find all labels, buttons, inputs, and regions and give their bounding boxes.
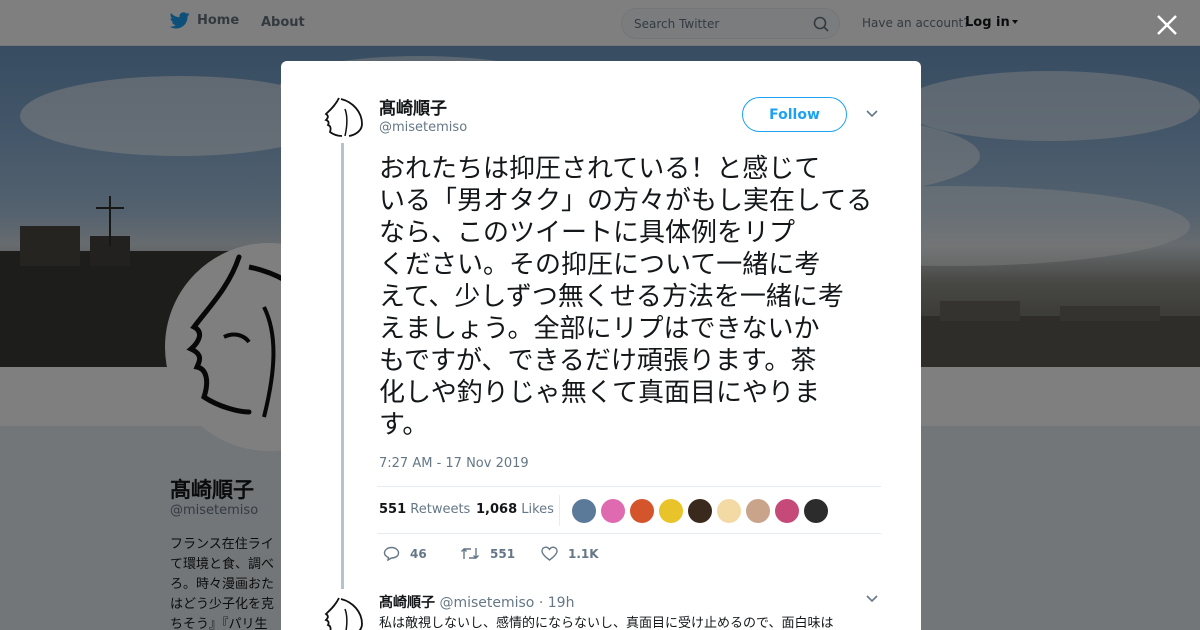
tweet-author-name[interactable]: 髙崎順子	[379, 94, 447, 119]
like-stat-label: Likes	[521, 502, 554, 517]
retweet-count: 551	[379, 502, 407, 517]
like-count: 1,068	[476, 502, 518, 517]
reply-count: 46	[410, 546, 427, 561]
thread-connector-line	[341, 143, 344, 589]
liker-avatar[interactable]	[804, 499, 828, 523]
retweet-button[interactable]: 551	[460, 546, 515, 561]
author-avatar[interactable]	[321, 94, 367, 140]
tweet-permalink-modal: 髙崎順子 @misetemiso Follow おれたちは抑圧されている！と感じ…	[281, 61, 921, 630]
tweet-text-line: えて、少しずつ無くせる方法を一緒に考	[379, 282, 844, 312]
close-icon[interactable]	[1155, 13, 1179, 37]
reply-text: 私は敵視しないし、感情的にならないし、真面目に受け止めるので、面白味は	[379, 616, 834, 630]
liker-avatar[interactable]	[775, 499, 799, 523]
liker-avatar[interactable]	[717, 499, 741, 523]
tweet-text-line: えましょう。全部にリプはできないか	[379, 314, 820, 344]
reply-author-avatar[interactable]	[321, 594, 367, 630]
tweet-text-line: もですが、できるだけ頑張ります。茶	[379, 346, 817, 376]
reply-icon	[383, 546, 400, 561]
chevron-down-icon[interactable]	[865, 594, 879, 604]
liker-avatar[interactable]	[659, 499, 683, 523]
like-button[interactable]: 1.1K	[541, 546, 599, 561]
reply-author-handle[interactable]: @misetemiso	[439, 595, 534, 611]
tweet-actions: 46 551 1.1K	[379, 545, 859, 565]
reply-header: 髙崎順子 @misetemiso · 19h	[379, 592, 574, 612]
tweet-text-line: いる「男オタク」の方々がもし実在してる	[379, 186, 873, 216]
follow-button[interactable]: Follow	[742, 97, 847, 132]
tweet-text-line: 化しや釣りじゃ無くて真面目にやりま	[379, 378, 820, 408]
tweet-text-line: なら、このツイートに具体例をリプ	[379, 218, 796, 248]
liker-avatar[interactable]	[688, 499, 712, 523]
liker-avatar[interactable]	[630, 499, 654, 523]
tweet-timestamp[interactable]: 7:27 AM - 17 Nov 2019	[379, 456, 529, 471]
reply-time[interactable]: 19h	[548, 595, 575, 611]
liker-avatar[interactable]	[601, 499, 625, 523]
retweet-stat[interactable]: 551 Retweets	[379, 502, 470, 517]
tweet-author-handle[interactable]: @misetemiso	[379, 120, 467, 135]
retweet-icon	[461, 548, 479, 559]
tweet-text-line: す。	[379, 410, 429, 440]
tweet-text: おれたちは抑圧されている！と感じて いる「男オタク」の方々がもし実在してる なら…	[379, 153, 889, 441]
retweet-stat-label: Retweets	[410, 502, 471, 517]
like-stat[interactable]: 1,068 Likes	[476, 502, 554, 517]
tweet-text-line: ください。その抑圧について一緒に考	[379, 250, 821, 280]
reply-author-name[interactable]: 髙崎順子	[379, 595, 435, 611]
tweet-text-line: おれたちは抑圧されている！と感じて	[379, 154, 821, 184]
retweet-action-count: 551	[490, 546, 516, 561]
chevron-down-icon[interactable]	[865, 109, 879, 119]
reply-button[interactable]: 46	[383, 546, 427, 561]
liker-avatar[interactable]	[746, 499, 770, 523]
tweet-stats: 551 Retweets 1,068 Likes	[377, 486, 881, 534]
stats-divider	[559, 495, 560, 526]
heart-icon	[541, 546, 558, 561]
liker-avatar[interactable]	[572, 499, 596, 523]
like-action-count: 1.1K	[568, 546, 599, 561]
reply-separator: ·	[538, 595, 544, 611]
